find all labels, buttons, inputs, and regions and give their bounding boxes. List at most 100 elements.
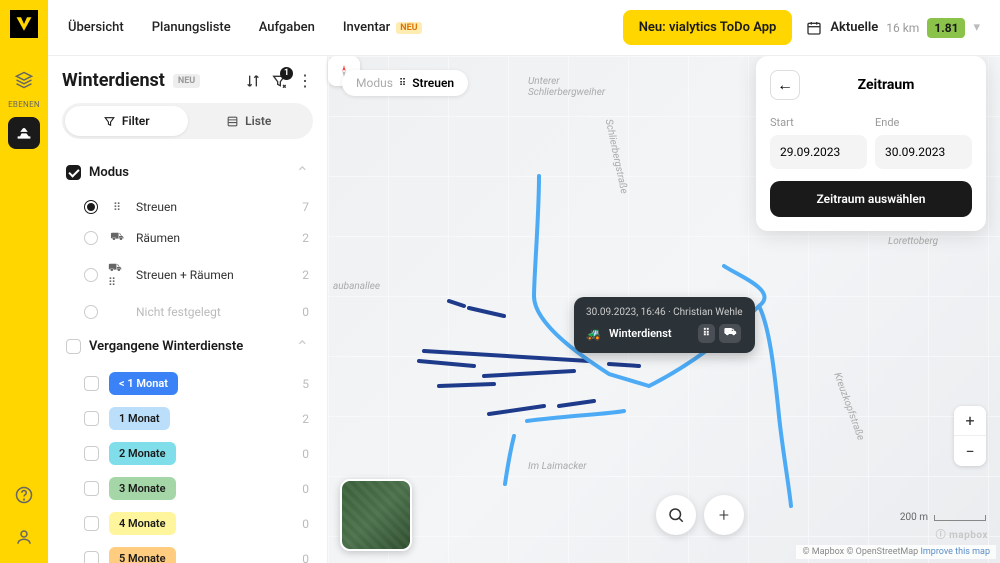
funnel-icon (103, 115, 116, 128)
month-row-0[interactable]: < 1 Monat5 (62, 366, 313, 401)
radio[interactable] (84, 305, 98, 319)
winterdienst-icon: 🚜 (586, 327, 601, 341)
opt-label: Streuen + Räumen (136, 268, 234, 282)
date-selector[interactable]: Aktuelle 16 km 1.81 ▾ (806, 18, 980, 38)
search-icon (667, 506, 685, 524)
chevron-down-icon: ▾ (973, 20, 980, 35)
nav-planungsliste[interactable]: Planungsliste (152, 20, 231, 35)
opt-count: 7 (302, 200, 309, 214)
map-street-label: Lorettoberg (888, 236, 938, 247)
winterdienst-icon[interactable] (8, 117, 40, 149)
map-street-label: Im Laimacker (528, 461, 587, 472)
filter-reset-icon[interactable]: 1 (271, 73, 287, 89)
month-row-2[interactable]: 2 Monate0 (62, 436, 313, 471)
opt-raeumen[interactable]: ⛟ Räumen 2 (62, 222, 313, 253)
zoom-in-button[interactable]: + (954, 406, 986, 436)
nav-aufgaben[interactable]: Aufgaben (259, 20, 315, 35)
zoom-out-button[interactable]: − (954, 436, 986, 466)
map-fab-group: + (656, 495, 744, 535)
minimap[interactable] (340, 479, 412, 551)
opt-count: 2 (302, 231, 309, 245)
modus-chip-label: Modus (356, 76, 393, 90)
checkbox[interactable] (84, 446, 99, 461)
add-button[interactable]: + (704, 495, 744, 535)
todo-app-button[interactable]: Neu: vialytics ToDo App (623, 10, 793, 45)
modus-chip-value: Streuen (412, 76, 454, 90)
attrib-mapbox[interactable]: © Mapbox (802, 547, 844, 557)
month-row-4[interactable]: 4 Monate 0 (62, 506, 313, 541)
month-row-3[interactable]: 3 Monate0 (62, 471, 313, 506)
ende-label: Ende (875, 116, 972, 129)
opt-streuen[interactable]: ⠿ Streuen 7 (62, 192, 313, 222)
layers-icon[interactable] (8, 64, 40, 96)
help-icon[interactable] (8, 479, 40, 511)
more-icon[interactable]: ⋮ (297, 71, 313, 90)
streuen-icon: ⠿ (108, 201, 126, 214)
map-canvas[interactable]: UntererSchlierbergweiher Schlierbergstra… (328, 56, 1000, 563)
checkbox[interactable] (84, 551, 99, 563)
rail-label-ebenen: Ebenen (8, 100, 40, 109)
group-past-title: Vergangene Winterdienste (89, 339, 243, 354)
neu-pill: NEU (173, 74, 200, 88)
group-modus-title: Modus (89, 165, 129, 180)
group-past[interactable]: Vergangene Winterdienste ⌃ (62, 327, 313, 366)
streuen-icon: ⠿ (698, 324, 715, 343)
start-input[interactable] (770, 135, 867, 169)
month-row-5[interactable]: 5 Monate0 (62, 541, 313, 563)
checkbox[interactable] (84, 516, 99, 531)
select-period-button[interactable]: Zeitraum auswählen (770, 181, 972, 217)
radio[interactable] (84, 231, 98, 245)
raeumen-icon: ⛟ (719, 324, 742, 343)
radio[interactable] (84, 200, 98, 214)
opt-count: 0 (302, 517, 309, 531)
modus-chip[interactable]: Modus ⠿ Streuen (342, 70, 468, 96)
group-modus[interactable]: Modus ⌃ (62, 153, 313, 192)
ende-input[interactable] (875, 135, 972, 169)
back-button[interactable]: ← (770, 70, 800, 100)
checkbox[interactable] (84, 481, 99, 496)
view-segment: Filter Liste (62, 103, 313, 139)
checkbox-past[interactable] (66, 339, 81, 354)
opt-count: 2 (302, 412, 309, 426)
aktuelle-label: Aktuelle (830, 20, 878, 35)
month-pill: 2 Monate (109, 442, 176, 465)
checkbox[interactable] (84, 411, 99, 426)
nav-inventar[interactable]: Inventar NEU (343, 20, 422, 35)
scale-bar (934, 515, 986, 521)
opt-count: 0 (302, 552, 309, 563)
nav-uebersicht[interactable]: Übersicht (68, 20, 124, 35)
checkbox[interactable] (84, 376, 99, 391)
month-pill: 4 Monate (109, 512, 176, 535)
month-row-1[interactable]: 1 Monat 2 (62, 401, 313, 436)
attrib-improve[interactable]: Improve this map (920, 547, 990, 557)
checkbox-modus[interactable] (66, 165, 81, 180)
opt-label: Streuen (136, 200, 177, 214)
filter-tab[interactable]: Filter (65, 106, 188, 136)
liste-tab[interactable]: Liste (188, 106, 311, 136)
map-street-label: aubanallee (333, 281, 380, 292)
attrib-osm[interactable]: © OpenStreetMap (846, 547, 918, 557)
logo[interactable] (10, 10, 38, 38)
route-tooltip: 30.09.2023, 16:46 · Christian Wehle 🚜 Wi… (574, 297, 755, 353)
opt-label: Nicht festgelegt (136, 305, 221, 319)
opt-count: 0 (302, 305, 309, 319)
mapbox-logo: ⓘ mapbox (936, 526, 988, 541)
liste-tab-label: Liste (245, 114, 271, 128)
opt-nicht-festgelegt[interactable]: Nicht festgelegt 0 (62, 297, 313, 327)
nav-rail: Ebenen (0, 0, 48, 563)
opt-streuen-raeumen[interactable]: ⛟⠿ Streuen + Räumen 2 (62, 253, 313, 297)
streuen-raeumen-icon: ⛟⠿ (108, 261, 126, 289)
opt-count: 2 (302, 268, 309, 282)
topbar: Übersicht Planungsliste Aufgaben Inventa… (48, 0, 1000, 56)
month-pill: 1 Monat (109, 407, 170, 430)
account-icon[interactable] (8, 521, 40, 553)
opt-count: 0 (302, 482, 309, 496)
scale-indicator: 200 m (900, 512, 986, 523)
date-panel: ← Zeitraum Start Ende Zeitraum auswählen (756, 56, 986, 231)
radio[interactable] (84, 268, 98, 282)
sort-icon[interactable] (245, 73, 261, 89)
nav-inventar-label: Inventar (343, 20, 390, 35)
search-button[interactable] (656, 495, 696, 535)
start-label: Start (770, 116, 867, 129)
chevron-up-icon: ⌃ (296, 163, 309, 182)
